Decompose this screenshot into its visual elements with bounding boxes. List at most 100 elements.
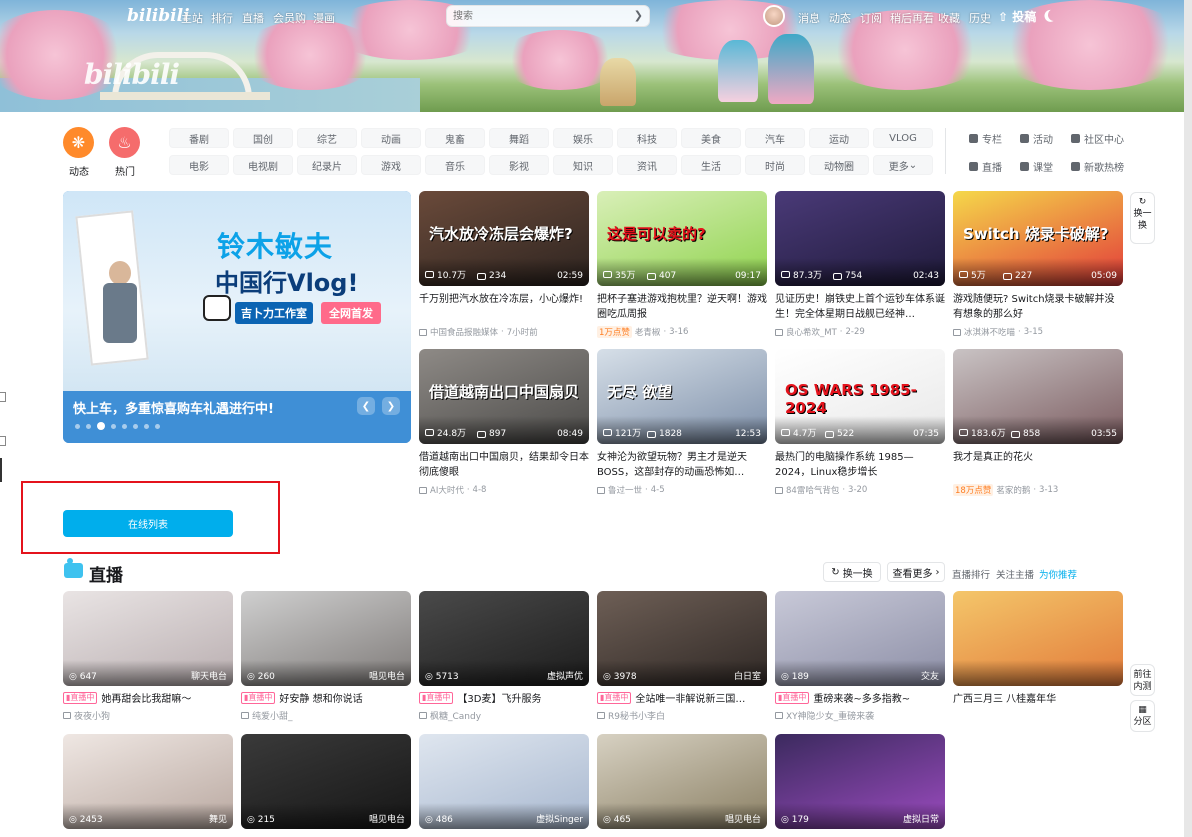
live-thumbnail[interactable]: ◎ 647 聊天电台 [63,591,233,686]
live-room-card[interactable]: ◎ 465 唱见电台 [597,734,767,829]
online-list-button[interactable]: 在线列表 [63,510,233,537]
live-thumbnail[interactable]: ◎ 5713 虚拟声优 [419,591,589,686]
video-title[interactable]: 女神沦为欲望玩物？男主才是逆天BOSS，这部封存的动画恐怖如… [597,450,767,480]
channel-pill[interactable]: 动画 [361,128,421,148]
link-new-songs[interactable]: 新歌热榜 [1071,159,1124,174]
live-room-card[interactable]: ◎ 486 虚拟Singer [419,734,589,829]
live-room-card[interactable]: ◎ 3978 白日室 ▮直播中 全站唯一非解说新三国… R9秘书小李白 [597,591,767,722]
live-uploader-name[interactable]: 纯爱小甜_ [252,709,293,722]
live-uploader-name[interactable]: 夜夜小狗 [74,709,110,722]
channel-pill[interactable]: VLOG [873,128,933,148]
link-community[interactable]: 社区中心 [1071,131,1124,146]
video-card[interactable]: 借道越南出口中国扇贝 24.8万 897 08:49 借道越南出口中国扇贝，结果却令日本… [419,349,589,496]
live-tab-following[interactable]: 关注主播 [996,567,1034,581]
live-tab-recommend[interactable]: 为你推荐 [1039,567,1077,581]
moon-icon[interactable] [1046,7,1061,22]
video-thumbnail[interactable]: 这是可以卖的? 35万 407 09:17 [597,191,767,286]
uploader-name[interactable]: 茗家的鹅 [996,484,1030,496]
uploader-name[interactable]: 冰淇淋不吃喵 [964,326,1015,338]
carousel-dot[interactable] [86,423,91,429]
carousel-image[interactable]: 铃木敏夫 中国行Vlog! 吉卜力工作室 全网首发 [63,191,411,391]
video-thumbnail[interactable]: 无尽 欲望 121万 1828 12:53 [597,349,767,444]
carousel-dot[interactable] [155,423,160,429]
channel-pill[interactable]: 资讯 [617,155,677,175]
live-room-card[interactable]: ◎ 189 交友 ▮直播中 重磅来袭~多多指教~ XY神隐少女_重磅来袭 [775,591,945,722]
upload-button[interactable]: ⇧ 投稿 [998,8,1036,25]
channel-pill[interactable]: 电视剧 [233,155,293,175]
live-room-card[interactable]: ◎ 2453 舞见 [63,734,233,829]
video-card[interactable]: 汽水放冷冻层会爆炸? 10.7万 234 02:59 千万别把汽水放在冷冻层，小心爆炸!… [419,191,589,338]
channel-pill[interactable]: 纪录片 [297,155,357,175]
live-room-card[interactable]: ◎ 647 聊天电台 ▮直播中 她再甜会比我甜嘛～ 夜夜小狗 [63,591,233,722]
live-room-card[interactable]: ◎ 5713 虚拟声优 ▮直播中 【3D麦】飞升服务 枫糖_Candy [419,591,589,722]
carousel-prev-button[interactable]: ❮ [357,397,375,415]
uploader-name[interactable]: AI大时代 [430,484,464,496]
hot-label[interactable]: 热门 [115,163,135,178]
carousel-dot[interactable] [97,422,105,430]
carousel-dot[interactable] [111,423,116,429]
channel-pill[interactable]: 娱乐 [553,128,613,148]
live-thumbnail[interactable]: ◎ 486 虚拟Singer [419,734,589,829]
channel-pill[interactable]: 汽车 [745,128,805,148]
video-thumbnail[interactable]: 借道越南出口中国扇贝 24.8万 897 08:49 [419,349,589,444]
video-title[interactable]: 最热门的电脑操作系统 1985—2024，Linux稳步增长 [775,450,945,480]
live-tab-ranking[interactable]: 直播排行 [952,567,990,581]
video-thumbnail[interactable]: 汽水放冷冻层会爆炸? 10.7万 234 02:59 [419,191,589,286]
live-thumbnail[interactable]: ◎ 2453 舞见 [63,734,233,829]
channel-pill[interactable]: 更多 ⌄ [873,155,933,175]
search-arrow-icon[interactable]: ❯ [634,9,643,22]
video-thumbnail[interactable]: 183.6万 858 03:55 [953,349,1123,444]
live-room-card[interactable]: ◎ 179 虚拟日常 [775,734,945,829]
nav-link-manga[interactable]: 漫画 [313,10,335,26]
live-room-card[interactable]: 广西三月三 八桂嘉年华 [953,591,1123,705]
live-room-title[interactable]: 【3D麦】飞升服务 [457,690,541,705]
carousel-next-button[interactable]: ❯ [382,397,400,415]
video-card[interactable]: 183.6万 858 03:55 我才是真正的花火 18万点赞 茗家的鹅 · 3-13 [953,349,1123,496]
live-uploader-name[interactable]: R9秘书小李白 [608,709,665,722]
live-room-title[interactable]: 她再甜会比我甜嘛～ [101,690,191,705]
nav-link-ranking[interactable]: 排行 [211,10,233,26]
nav-link-watch-later[interactable]: 稍后再看 [890,10,934,26]
live-thumbnail[interactable]: ◎ 189 交友 [775,591,945,686]
video-title[interactable]: 借道越南出口中国扇贝，结果却令日本彻底傻眼 [419,450,589,480]
link-activity[interactable]: 活动 [1020,131,1053,146]
channel-pill[interactable]: 番剧 [169,128,229,148]
live-uploader-name[interactable]: 枫糖_Candy [430,709,481,722]
channel-pill[interactable]: 美食 [681,128,741,148]
nav-link-subscribe[interactable]: 订阅 [860,10,882,26]
channel-pill[interactable]: 鬼畜 [425,128,485,148]
channel-pill[interactable]: 游戏 [361,155,421,175]
video-title[interactable]: 把杯子塞进游戏抱枕里？逆天啊！游戏圈吃瓜周报 [597,292,767,322]
uploader-name[interactable]: 中国食品报融媒体 [430,326,498,338]
live-thumbnail[interactable]: ◎ 215 唱见电台 [241,734,411,829]
video-title[interactable]: 我才是真正的花火 [953,450,1123,480]
channel-pill[interactable]: 电影 [169,155,229,175]
promo-carousel[interactable]: 铃木敏夫 中国行Vlog! 吉卜力工作室 全网首发 快上车，多重惊喜购车礼遇进行… [63,191,411,443]
live-thumbnail[interactable]: ◎ 465 唱见电台 [597,734,767,829]
live-room-title[interactable]: 重磅来袭~多多指教~ [813,690,910,705]
carousel-dot[interactable] [144,423,149,429]
video-card[interactable]: Switch 烧录卡破解? 5万 227 05:09 游戏随便玩? Switch烧录卡破… [953,191,1123,338]
channel-pill[interactable]: 知识 [553,155,613,175]
video-card[interactable]: 无尽 欲望 121万 1828 12:53 女神沦为欲望玩物？男主才是逆天BOSS，这部… [597,349,767,496]
channel-pill[interactable]: 综艺 [297,128,357,148]
goto-beta-button[interactable]: 前往内测 [1130,664,1155,696]
channel-pill[interactable]: 影视 [489,155,549,175]
hot-icon[interactable]: ♨ [109,127,140,158]
video-card[interactable]: 87.3万 754 02:43 见证历史！崩铁史上首个运钞车体系诞生！完全体星期日战舰… [775,191,945,338]
dynamic-icon[interactable]: ❋ [63,127,94,158]
uploader-name[interactable]: 84雷哈气背包 [786,484,839,496]
channel-pill[interactable]: 科技 [617,128,677,148]
video-card[interactable]: OS WARS 1985-2024 4.7万 522 07:35 最热门的电脑操作系统 … [775,349,945,496]
carousel-dot[interactable] [133,423,138,429]
link-classroom[interactable]: 课堂 [1020,159,1053,174]
channel-pill[interactable]: 音乐 [425,155,485,175]
live-thumbnail[interactable]: ◎ 3978 白日室 [597,591,767,686]
carousel-caption[interactable]: 快上车，多重惊喜购车礼遇进行中! [73,398,274,417]
channel-pill[interactable]: 生活 [681,155,741,175]
nav-link-dynamic[interactable]: 动态 [829,10,851,26]
link-live[interactable]: 直播 [969,159,1002,174]
video-title[interactable]: 见证历史！崩铁史上首个运钞车体系诞生！完全体星期日战舰已经神… [775,292,945,322]
nav-link-favorites[interactable]: 收藏 [938,10,960,26]
live-room-card[interactable]: ◎ 215 唱见电台 [241,734,411,829]
